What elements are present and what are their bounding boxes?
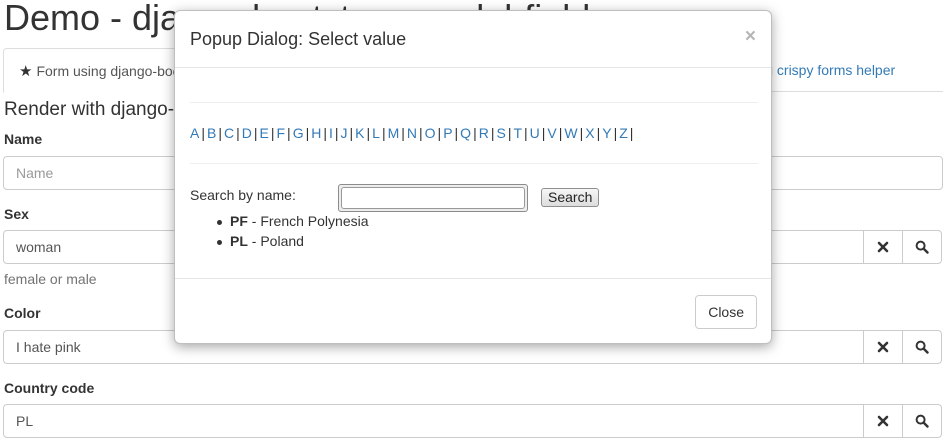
alphabet-separator: | xyxy=(419,125,423,141)
letter-link-p[interactable]: P xyxy=(443,125,452,141)
alphabet-separator: | xyxy=(490,125,495,141)
alphabet-separator: | xyxy=(524,125,528,141)
alphabet-separator: | xyxy=(401,125,405,141)
letter-link-x[interactable]: X xyxy=(585,125,594,141)
letter-link-j[interactable]: J xyxy=(341,125,348,141)
result-name: - French Polynesia xyxy=(247,213,369,229)
divider xyxy=(190,102,758,103)
alphabet-separator: | xyxy=(437,125,442,141)
letter-link-e[interactable]: E xyxy=(260,125,269,141)
alphabet-separator: | xyxy=(507,125,512,141)
letter-link-z[interactable]: Z xyxy=(619,125,628,141)
alphabet-separator: | xyxy=(596,125,601,141)
search-input-frame xyxy=(338,184,528,212)
search-label: Search by name: xyxy=(190,187,296,203)
letter-link-q[interactable]: Q xyxy=(460,125,471,141)
letter-link-h[interactable]: H xyxy=(311,125,321,141)
alphabet-separator: | xyxy=(218,125,222,141)
alphabet-separator: | xyxy=(334,125,339,141)
result-code: PL xyxy=(230,233,248,249)
search-input[interactable] xyxy=(341,187,525,209)
result-name: - Poland xyxy=(247,233,304,249)
letter-link-r[interactable]: R xyxy=(479,125,489,141)
alphabet-separator: | xyxy=(323,125,327,141)
alphabet-separator: | xyxy=(558,125,563,141)
close-button[interactable]: Close xyxy=(695,295,757,329)
letter-link-t[interactable]: T xyxy=(513,125,522,141)
bullet xyxy=(217,240,222,245)
alphabet-separator: | xyxy=(270,125,275,141)
modal-footer: Close xyxy=(175,278,771,344)
alphabet-separator: | xyxy=(381,125,386,141)
letter-link-c[interactable]: C xyxy=(224,125,234,141)
letter-link-m[interactable]: M xyxy=(388,125,400,141)
alphabet-separator: | xyxy=(349,125,354,141)
letter-link-k[interactable]: K xyxy=(355,125,364,141)
modal-title: Popup Dialog: Select value xyxy=(190,29,407,49)
alphabet-index: A | B | C | D | E | F | G | H | I | J | K | L | M | N | O | P | Q | R | S | T |… xyxy=(190,125,635,141)
letter-link-g[interactable]: G xyxy=(293,125,304,141)
letter-link-w[interactable]: W xyxy=(564,125,577,141)
alphabet-separator: | xyxy=(236,125,240,141)
alphabet-separator: | xyxy=(201,125,205,141)
alphabet-separator: | xyxy=(454,125,459,141)
letter-link-y[interactable]: Y xyxy=(602,125,611,141)
divider xyxy=(190,163,758,164)
alphabet-separator: | xyxy=(629,125,634,141)
letter-link-v[interactable]: V xyxy=(547,125,556,141)
popup-dialog: Popup Dialog: Select value × A | B | C | D | E | F… xyxy=(174,10,772,344)
bullet xyxy=(217,220,222,225)
alphabet-separator: | xyxy=(473,125,477,141)
letter-link-o[interactable]: O xyxy=(425,125,436,141)
alphabet-separator: | xyxy=(253,125,258,141)
letter-link-s[interactable]: S xyxy=(496,125,505,141)
alphabet-separator: | xyxy=(305,125,310,141)
letter-link-f[interactable]: F xyxy=(276,125,285,141)
search-button[interactable]: Search xyxy=(541,188,600,207)
alphabet-separator: | xyxy=(287,125,291,141)
close-icon[interactable]: × xyxy=(745,27,756,46)
letter-link-u[interactable]: U xyxy=(530,125,540,141)
alphabet-separator: | xyxy=(541,125,546,141)
modal-header: Popup Dialog: Select value × xyxy=(175,11,771,68)
letter-link-b[interactable]: B xyxy=(207,125,216,141)
letter-link-i[interactable]: I xyxy=(329,125,333,141)
alphabet-separator: | xyxy=(579,125,584,141)
page: Demo - django-bootstrap-modal-fields ★Fo… xyxy=(0,0,951,448)
alphabet-separator: | xyxy=(613,125,618,141)
list-item[interactable]: PF - French Polynesia xyxy=(190,213,369,233)
result-code: PF xyxy=(230,213,248,229)
letter-link-l[interactable]: L xyxy=(372,125,380,141)
list-item[interactable]: PL - Poland xyxy=(190,233,369,253)
letter-link-d[interactable]: D xyxy=(242,125,252,141)
letter-link-a[interactable]: A xyxy=(190,125,199,141)
letter-link-n[interactable]: N xyxy=(407,125,417,141)
alphabet-separator: | xyxy=(366,125,371,141)
results-list: PF - French Polynesia PL - Poland xyxy=(190,213,369,253)
